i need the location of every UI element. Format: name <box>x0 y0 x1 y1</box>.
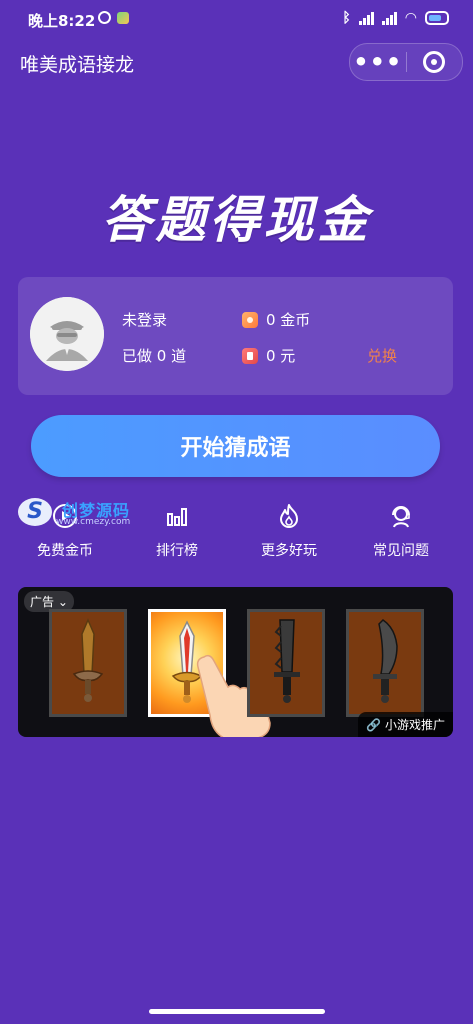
bluetooth-icon: ᛒ <box>342 10 351 26</box>
quick-menu-faq[interactable]: 常见问题 <box>346 500 456 560</box>
sword-icon <box>72 618 104 702</box>
status-bar: 晚上8:22 ᛒ ◠ <box>0 0 473 40</box>
close-miniprogram-button[interactable] <box>406 51 462 73</box>
app-notification-icon <box>117 11 129 24</box>
do-not-disturb-icon <box>98 11 111 24</box>
ad-tag-label: 广告 <box>30 595 55 609</box>
coin-amount: 0 金币 <box>266 311 311 329</box>
status-time: 晚上8:22 <box>28 12 96 30</box>
target-close-icon <box>423 51 446 73</box>
quick-menu-more-games[interactable]: 更多好玩 <box>234 500 344 560</box>
chevron-down-icon: ⌄ <box>57 595 68 609</box>
start-game-button[interactable]: 开始猜成语 <box>31 415 440 477</box>
coin-balance: 0 金币 <box>242 309 310 330</box>
quick-menu-label: 更多好玩 <box>261 543 317 559</box>
cash-balance: 0 元 <box>242 345 295 366</box>
mini-program-page: 晚上8:22 ᛒ ◠ 唯美成语接龙 ••• 答题得现金 未登录 已做 0 道 0… <box>0 0 473 1024</box>
fire-icon <box>234 500 344 532</box>
wifi-icon: ◠ <box>404 10 417 26</box>
ad-sword-card-1 <box>49 609 127 717</box>
watermark-url: www.cmezy.com <box>56 517 131 527</box>
exchange-link[interactable]: 兑换 <box>367 345 397 366</box>
signal-icon-1 <box>358 11 374 25</box>
battery-icon <box>425 11 449 25</box>
app-title: 唯美成语接龙 <box>20 55 135 76</box>
user-card: 未登录 已做 0 道 0 金币 0 元 兑换 <box>18 277 453 395</box>
link-icon: 🔗 <box>366 718 382 732</box>
watermark-logo-icon: S <box>18 498 52 526</box>
ad-banner[interactable]: 广告 ⌄ 🔗 小游戏推广 <box>18 587 453 737</box>
watermark: S 创梦源码 www.cmezy.com <box>18 495 148 535</box>
anonymous-avatar-icon <box>30 297 104 371</box>
coin-icon <box>242 311 258 328</box>
ad-promo-text: 小游戏推广 <box>384 718 445 732</box>
ad-sword-card-3 <box>247 609 325 717</box>
avatar[interactable] <box>30 297 104 371</box>
quick-menu-label: 免费金币 <box>37 543 93 559</box>
signal-icon-2 <box>381 11 397 25</box>
quick-menu-label: 排行榜 <box>156 543 198 559</box>
more-options-button[interactable]: ••• <box>350 50 406 74</box>
capsule-menu: ••• <box>349 43 463 81</box>
banner-title: 答题得现金 <box>101 191 372 249</box>
status-right-icons: ᛒ ◠ <box>342 10 449 26</box>
ad-sword-card-4 <box>346 609 424 717</box>
login-status[interactable]: 未登录 <box>122 309 167 330</box>
quick-menu-label: 常见问题 <box>373 543 429 559</box>
cash-amount: 0 元 <box>266 347 296 365</box>
dark-blade-icon <box>274 619 300 703</box>
home-indicator[interactable] <box>149 1009 325 1014</box>
done-count: 已做 0 道 <box>122 347 187 365</box>
cash-icon <box>242 347 258 364</box>
ad-promo-label[interactable]: 🔗 小游戏推广 <box>358 712 453 737</box>
status-left-icons <box>98 11 129 24</box>
machete-icon <box>373 619 398 703</box>
support-icon <box>346 500 456 532</box>
